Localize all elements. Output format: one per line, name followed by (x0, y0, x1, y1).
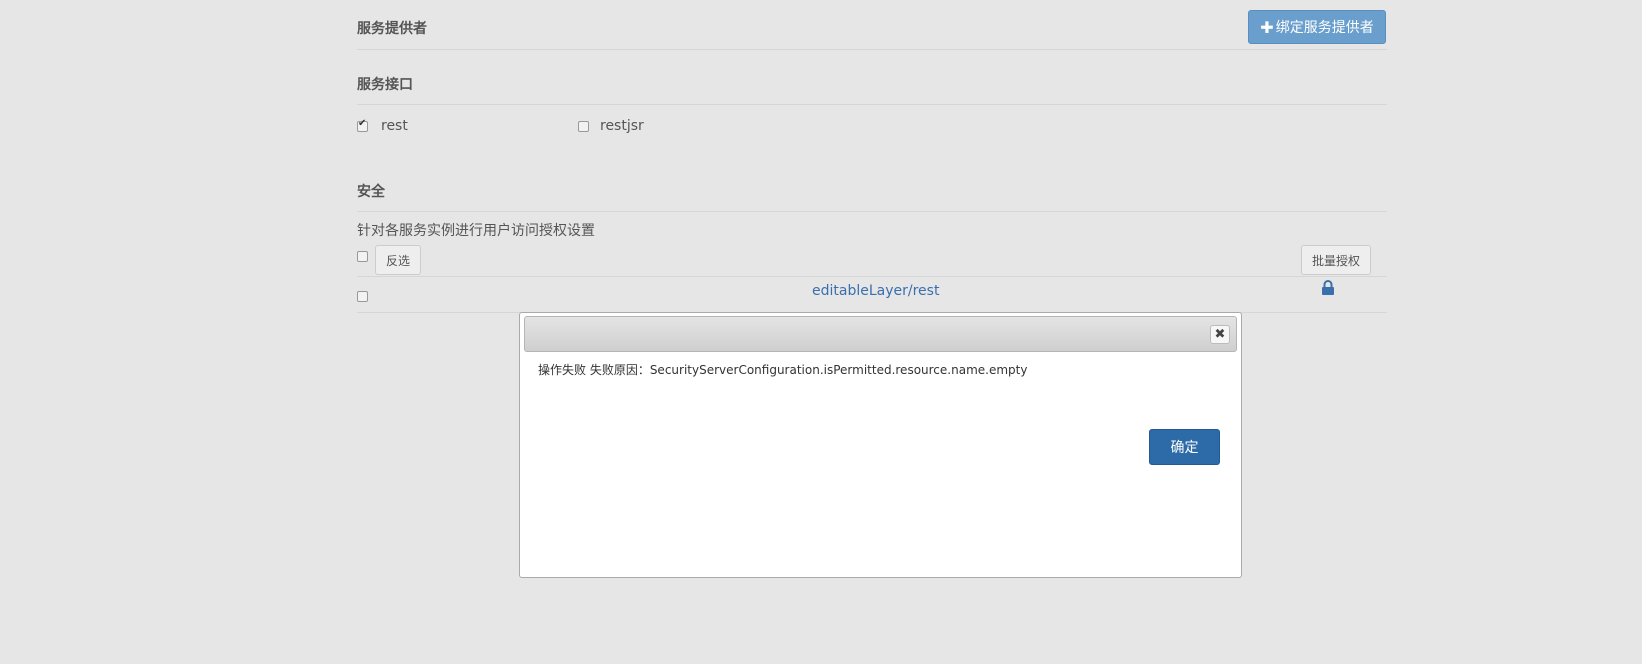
divider (357, 211, 1387, 212)
interface-restjsr-checkbox[interactable] (578, 121, 589, 132)
interfaces-title: 服务接口 (357, 77, 413, 93)
divider (357, 49, 1387, 50)
bind-provider-button[interactable]: ✚ 绑定服务提供者 (1248, 10, 1386, 44)
instance-link[interactable]: editableLayer/rest (812, 283, 939, 299)
divider (357, 104, 1387, 105)
interface-restjsr-label: restjsr (600, 118, 644, 134)
ok-button[interactable]: 确定 (1149, 429, 1220, 465)
interface-rest-checkbox[interactable] (357, 118, 368, 132)
dialog-message: 操作失败 失败原因：SecurityServerConfiguration.is… (538, 363, 1028, 377)
providers-title: 服务提供者 (357, 21, 427, 37)
error-dialog: ✖ 操作失败 失败原因：SecurityServerConfiguration.… (519, 312, 1242, 578)
divider (357, 276, 1387, 277)
invert-selection-button[interactable]: 反选 (375, 245, 421, 275)
row-checkbox[interactable] (357, 291, 368, 302)
interface-rest-label: rest (381, 118, 408, 134)
security-description: 针对各服务实例进行用户访问授权设置 (357, 223, 595, 239)
security-title: 安全 (357, 184, 385, 200)
lock-icon[interactable] (1321, 280, 1335, 295)
dialog-titlebar[interactable]: ✖ (524, 316, 1237, 352)
plus-icon: ✚ (1260, 17, 1274, 37)
select-all-checkbox[interactable] (357, 251, 368, 262)
batch-authorize-button[interactable]: 批量授权 (1301, 245, 1371, 275)
close-icon[interactable]: ✖ (1210, 325, 1230, 344)
bind-provider-label: 绑定服务提供者 (1275, 20, 1374, 36)
